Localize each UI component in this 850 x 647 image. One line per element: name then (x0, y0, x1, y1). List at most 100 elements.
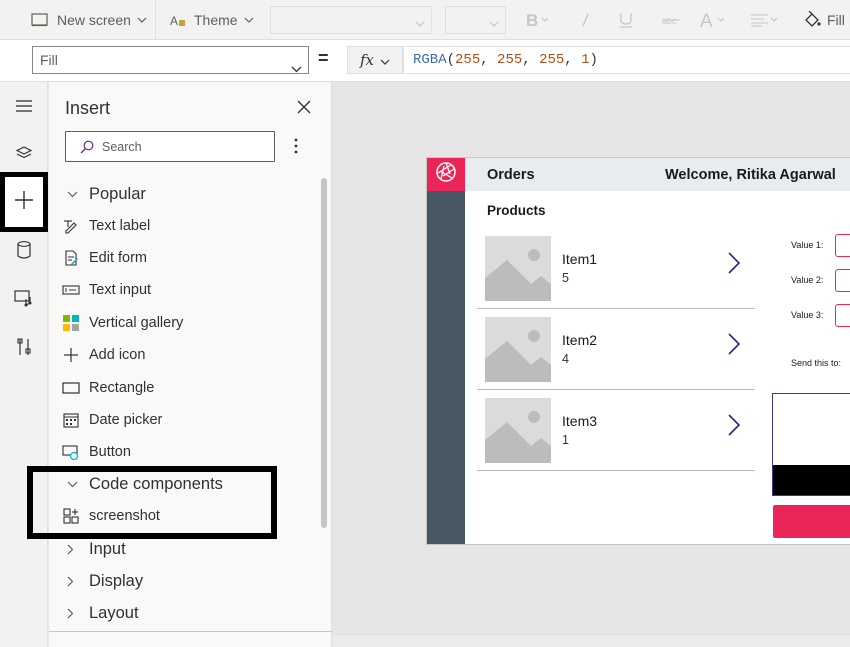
screenshot-component[interactable] (773, 465, 850, 495)
rectangle-icon (62, 379, 80, 397)
value-label: Value 2: (791, 275, 824, 285)
insert-item-text-label[interactable]: Text label (49, 210, 319, 242)
close-icon (297, 100, 311, 118)
font-select[interactable] (270, 6, 432, 34)
insert-item-label: Text input (89, 282, 152, 298)
text-input-icon (62, 281, 80, 299)
svg-text:abc: abc (662, 16, 677, 26)
italic-button[interactable] (580, 0, 590, 40)
button-icon (62, 443, 80, 461)
chevron-right-icon[interactable] (728, 333, 741, 360)
chevron-right-icon (67, 608, 79, 619)
insert-item-label: Button (89, 444, 131, 460)
formula-comma: , (564, 52, 582, 68)
insert-item-vertical-gallery[interactable]: Vertical gallery (49, 307, 319, 339)
chevron-down-icon (489, 14, 499, 32)
insert-item-label: Text label (89, 218, 151, 234)
fx-label: fx (359, 51, 374, 69)
insert-item-add-icon[interactable]: Add icon (49, 339, 319, 371)
close-button[interactable] (297, 100, 313, 116)
app-screen-preview[interactable]: Orders Welcome, Ritika Agarwal Products … (426, 157, 850, 545)
left-rail (0, 82, 48, 647)
tree-view-button[interactable] (0, 135, 48, 175)
media-button[interactable] (0, 280, 48, 320)
theme-label: Theme (194, 12, 238, 28)
formula-paren-close: ) (589, 52, 598, 68)
new-screen-button[interactable]: New screen (31, 0, 147, 40)
group-input[interactable]: Input (49, 533, 319, 565)
image-placeholder-icon (485, 317, 551, 382)
chevron-down-icon (67, 191, 79, 198)
insert-item-button[interactable]: Button (49, 436, 319, 468)
bold-button[interactable]: B (526, 0, 552, 40)
group-layout[interactable]: Layout (49, 597, 319, 629)
font-size-select[interactable] (445, 6, 506, 34)
insert-item-text-input[interactable]: Text input (49, 274, 319, 306)
scrollbar[interactable] (321, 178, 327, 528)
media-icon (14, 289, 34, 312)
chevron-down-icon (67, 481, 79, 488)
bold-icon: B (526, 12, 552, 28)
chevron-down-icon (380, 51, 390, 69)
more-options-button[interactable] (294, 138, 302, 158)
aperture-icon (435, 161, 457, 188)
group-code-components[interactable]: Code components (49, 468, 319, 500)
chevron-right-icon (67, 576, 79, 587)
value-input[interactable] (835, 269, 850, 292)
align-icon (750, 13, 778, 27)
align-button[interactable] (750, 0, 778, 40)
theme-icon: A (170, 13, 186, 27)
group-popular[interactable]: Popular (49, 178, 319, 210)
send-button[interactable] (773, 505, 850, 538)
gallery-item[interactable]: Item1 5 (477, 228, 755, 309)
group-label: Popular (89, 184, 146, 203)
data-button[interactable] (0, 232, 48, 272)
insert-item-rectangle[interactable]: Rectangle (49, 372, 319, 404)
search-input[interactable] (102, 137, 267, 157)
gallery-item[interactable]: Item3 1 (477, 390, 755, 471)
new-screen-icon (31, 13, 49, 27)
formula-input[interactable]: RGBA(255, 255, 255, 1) (403, 46, 850, 74)
edit-form-icon (62, 249, 80, 267)
menu-button[interactable] (0, 88, 48, 128)
fill-button[interactable]: Fill (803, 0, 845, 40)
vertical-gallery-icon (62, 314, 80, 332)
chevron-right-icon[interactable] (728, 252, 741, 279)
tree-view-icon (15, 145, 33, 166)
property-select[interactable]: Fill (32, 46, 309, 74)
insert-item-screenshot[interactable]: screenshot (49, 500, 319, 532)
chevron-down-icon (244, 17, 254, 23)
canvas-status-bar (333, 634, 850, 647)
theme-button[interactable]: A Theme (170, 0, 254, 40)
strikethrough-button[interactable]: abc (662, 0, 680, 40)
fx-button[interactable]: fx (347, 46, 403, 74)
pane-title: Insert (65, 98, 111, 118)
item-name: Item2 (562, 332, 598, 348)
insert-item-edit-form[interactable]: Edit form (49, 242, 319, 274)
group-label: Input (89, 539, 126, 558)
value-label: Value 1: (791, 240, 824, 250)
svg-text:B: B (526, 12, 538, 28)
value-label: Value 3: (791, 310, 824, 320)
insert-item-date-picker[interactable]: Date picker (49, 404, 319, 436)
chevron-right-icon[interactable] (728, 414, 741, 441)
group-display[interactable]: Display (49, 565, 319, 597)
formula-bar: Fill = fx RGBA(255, 255, 255, 1) (0, 40, 850, 82)
font-color-button[interactable]: A (700, 0, 728, 40)
advanced-tools-button[interactable] (0, 329, 48, 369)
insert-button[interactable] (0, 172, 48, 232)
search-icon (80, 140, 94, 159)
chevron-down-icon (291, 55, 302, 81)
formula-arg-g: 255 (497, 52, 523, 68)
value-input[interactable] (835, 304, 850, 327)
app-header: Orders Welcome, Ritika Agarwal (465, 158, 850, 191)
image-placeholder-icon (485, 398, 551, 463)
group-label: Display (89, 571, 144, 590)
italic-icon (580, 12, 590, 28)
date-picker-icon (62, 411, 80, 429)
gallery-item[interactable]: Item2 4 (477, 309, 755, 390)
underline-button[interactable] (619, 0, 633, 40)
welcome-text: Welcome, Ritika Agarwal (665, 167, 836, 183)
value-input[interactable] (835, 234, 850, 257)
insert-item-label: screenshot (89, 508, 160, 524)
